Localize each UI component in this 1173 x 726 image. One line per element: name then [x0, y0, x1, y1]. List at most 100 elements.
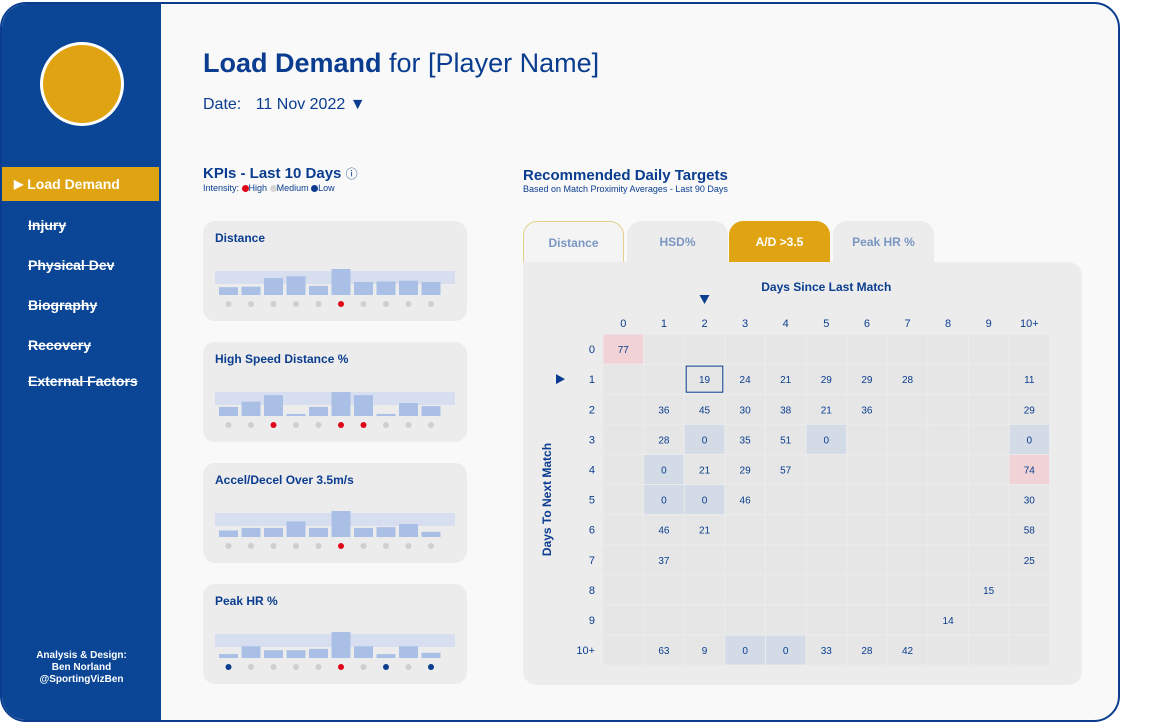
heatmap-cell [968, 364, 1009, 394]
heatmap-value: 14 [943, 616, 955, 627]
kpi-header: KPIs - Last 10 Days ⓘ Intensity: High Me… [203, 165, 358, 193]
heatmap-cell [684, 334, 725, 364]
heatmap-value: 0 [1027, 435, 1033, 446]
row-label: 1 [589, 374, 595, 386]
intensity-dot [360, 301, 367, 307]
kpi-bar [286, 650, 306, 658]
intensity-dot [338, 664, 344, 670]
sidebar-item-recovery[interactable]: Recovery [2, 328, 161, 362]
heatmap-cell [806, 485, 847, 515]
kpi-bar [354, 395, 373, 416]
heatmap-cell [806, 575, 847, 605]
heatmap-cell [684, 575, 725, 605]
heatmap-cell [847, 575, 887, 605]
selected-row-marker-icon [556, 374, 565, 385]
date-dropdown[interactable]: 11 Nov 2022 ▼ [256, 96, 366, 113]
sidebar-item-external-factors[interactable]: External Factors [2, 364, 161, 398]
column-label: 8 [945, 318, 951, 330]
sidebar-item-label: External Factors [28, 373, 138, 389]
heatmap-cell [968, 485, 1009, 515]
kpi-sparkline [215, 269, 455, 307]
heatmap-cell [1009, 334, 1050, 364]
kpi-bar [421, 282, 441, 295]
heatmap-cell [928, 485, 968, 515]
recommended-header: Recommended Daily Targets Based on Match… [523, 167, 728, 194]
heatmap-cell [847, 454, 887, 484]
heatmap-cell [725, 575, 765, 605]
heatmap-value: 0 [661, 465, 667, 476]
sidebar-item-physical-dev[interactable]: Physical Dev [2, 248, 161, 282]
sidebar-item-load-demand[interactable]: ▶ Load Demand [2, 167, 159, 201]
heatmap-cell [928, 454, 968, 484]
heatmap-cell [603, 394, 644, 424]
page-title: Load Demand for [Player Name] [203, 48, 599, 79]
kpi-bar [241, 286, 261, 295]
heatmap-value: 9 [702, 646, 708, 657]
intensity-dot [248, 301, 254, 307]
heatmap-cell [847, 424, 887, 454]
heatmap-cell [603, 635, 644, 665]
tab-hsd[interactable]: HSD% [627, 221, 728, 263]
heatmap-value: 21 [699, 465, 711, 476]
row-label: 0 [589, 344, 595, 356]
kpi-bar [376, 654, 396, 658]
intensity-dot [225, 664, 232, 670]
heatmap-cell [928, 424, 968, 454]
kpi-bar [421, 652, 441, 658]
heatmap-cell [765, 485, 806, 515]
heatmap-value: 35 [740, 435, 752, 446]
kpi-bar [354, 282, 373, 295]
heatmap-cell [765, 575, 806, 605]
intensity-dot [248, 422, 254, 428]
kpi-card-distance: Distance [203, 221, 467, 321]
kpi-bar [241, 646, 261, 658]
kpi-bar [241, 527, 261, 537]
column-label: 10+ [1020, 318, 1039, 330]
kpi-card-accel-decel: Accel/Decel Over 3.5m/s [203, 463, 467, 563]
intensity-dot [383, 422, 389, 428]
credit-line: @SportingVizBen [39, 674, 124, 685]
heatmap-cell [603, 485, 644, 515]
info-icon[interactable]: ⓘ [346, 167, 358, 181]
intensity-dot [270, 664, 277, 670]
heatmap-value: 0 [702, 435, 708, 446]
heatmap-cell [725, 334, 765, 364]
sidebar-item-biography[interactable]: Biography [2, 288, 161, 322]
heatmap-cell [1009, 605, 1050, 635]
intensity-dot [360, 543, 367, 549]
kpi-bar [354, 646, 373, 658]
intensity-dot [270, 422, 277, 428]
intensity-dot [315, 422, 322, 428]
heatmap-cell [806, 545, 847, 575]
intensity-dot [360, 422, 367, 428]
heatmap-cell [806, 605, 847, 635]
heatmap-cell [684, 545, 725, 575]
sidebar: ▶ Load Demand Injury Physical Dev Biogra… [2, 4, 161, 720]
heatmap-cell [968, 424, 1009, 454]
heatmap-cell [847, 545, 887, 575]
tab-accel-decel[interactable]: A/D >3.5 [729, 221, 830, 263]
heatmap-value: 28 [902, 375, 914, 386]
intensity-dot [293, 664, 299, 670]
heatmap-value: 51 [780, 435, 792, 446]
heatmap-cell [968, 334, 1009, 364]
player-avatar [40, 42, 124, 126]
sidebar-item-injury[interactable]: Injury [2, 208, 161, 242]
intensity-dot [338, 301, 344, 307]
sidebar-item-label: Recovery [28, 337, 92, 353]
heatmap-cell [603, 515, 644, 545]
tab-distance[interactable]: Distance [523, 221, 624, 263]
tab-peak-hr[interactable]: Peak HR % [833, 221, 934, 263]
kpi-bar [331, 269, 351, 295]
intensity-dot [315, 543, 322, 549]
heatmap-cell [887, 605, 928, 635]
recommended-heading: Recommended Daily Targets [523, 167, 728, 184]
heatmap-value: 42 [902, 646, 914, 657]
column-label: 3 [742, 318, 748, 330]
kpi-bar [241, 401, 261, 416]
kpi-bar [399, 280, 418, 295]
heatmap-value: 15 [983, 586, 995, 597]
heatmap-cell [968, 635, 1009, 665]
heatmap-value: 25 [1024, 556, 1036, 567]
heatmap-cell [928, 334, 968, 364]
